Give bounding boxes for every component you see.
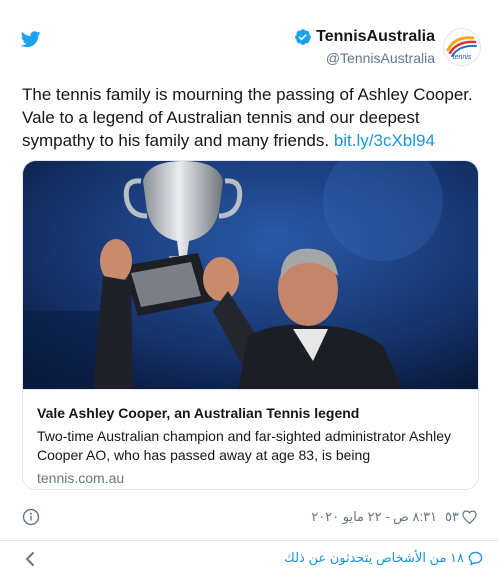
info-icon[interactable] (22, 508, 40, 526)
name-row[interactable]: TennisAustralia (294, 28, 435, 46)
card-description: Two-time Australian champion and far-sig… (37, 428, 451, 463)
chevron-left-icon[interactable] (24, 551, 36, 567)
heart-icon (462, 510, 477, 524)
trophy-photo (23, 161, 478, 389)
svg-text:tennis: tennis (453, 54, 472, 61)
timestamp[interactable]: ٨:٣١ ص - ٢٢ مايو ٢٠٢٠ (311, 509, 437, 525)
card-body[interactable]: Vale Ashley Cooper, an Australian Tennis… (23, 389, 478, 489)
like-count: ٥٣ (445, 509, 459, 524)
twitter-bird-icon[interactable] (21, 31, 41, 48)
tweet-text: The tennis family is mourning the passin… (22, 83, 482, 152)
tweet-meta: ٨:٣١ ص - ٢٢ مايو ٢٠٢٠ ٥٣ (311, 509, 477, 525)
verified-badge-icon (295, 29, 312, 45)
avatar[interactable]: tennis (443, 28, 481, 66)
conversation-link[interactable]: ١٨ من الأشخاص يتحدثون عن ذلك (284, 550, 483, 566)
card-image[interactable] (23, 161, 478, 389)
like-button[interactable]: ٥٣ (445, 509, 477, 525)
conversation-text[interactable]: ١٨ من الأشخاص يتحدثون عن ذلك (284, 550, 464, 566)
tweet-author[interactable]: TennisAustralia @TennisAustralia tennis (294, 28, 481, 66)
tweet-link[interactable]: bit.ly/3cXbl94 (334, 131, 435, 150)
card-domain: tennis.com.au (37, 470, 125, 486)
card-title[interactable]: Vale Ashley Cooper, an Australian Tennis… (37, 404, 466, 422)
speech-bubble-icon (468, 551, 483, 565)
tennis-australia-logo: tennis (446, 36, 477, 61)
divider (0, 540, 499, 541)
link-card[interactable]: Vale Ashley Cooper, an Australian Tennis… (22, 160, 479, 490)
user-handle[interactable]: @TennisAustralia (294, 50, 435, 66)
author-names[interactable]: TennisAustralia @TennisAustralia (294, 28, 435, 66)
display-name[interactable]: TennisAustralia (316, 28, 435, 46)
